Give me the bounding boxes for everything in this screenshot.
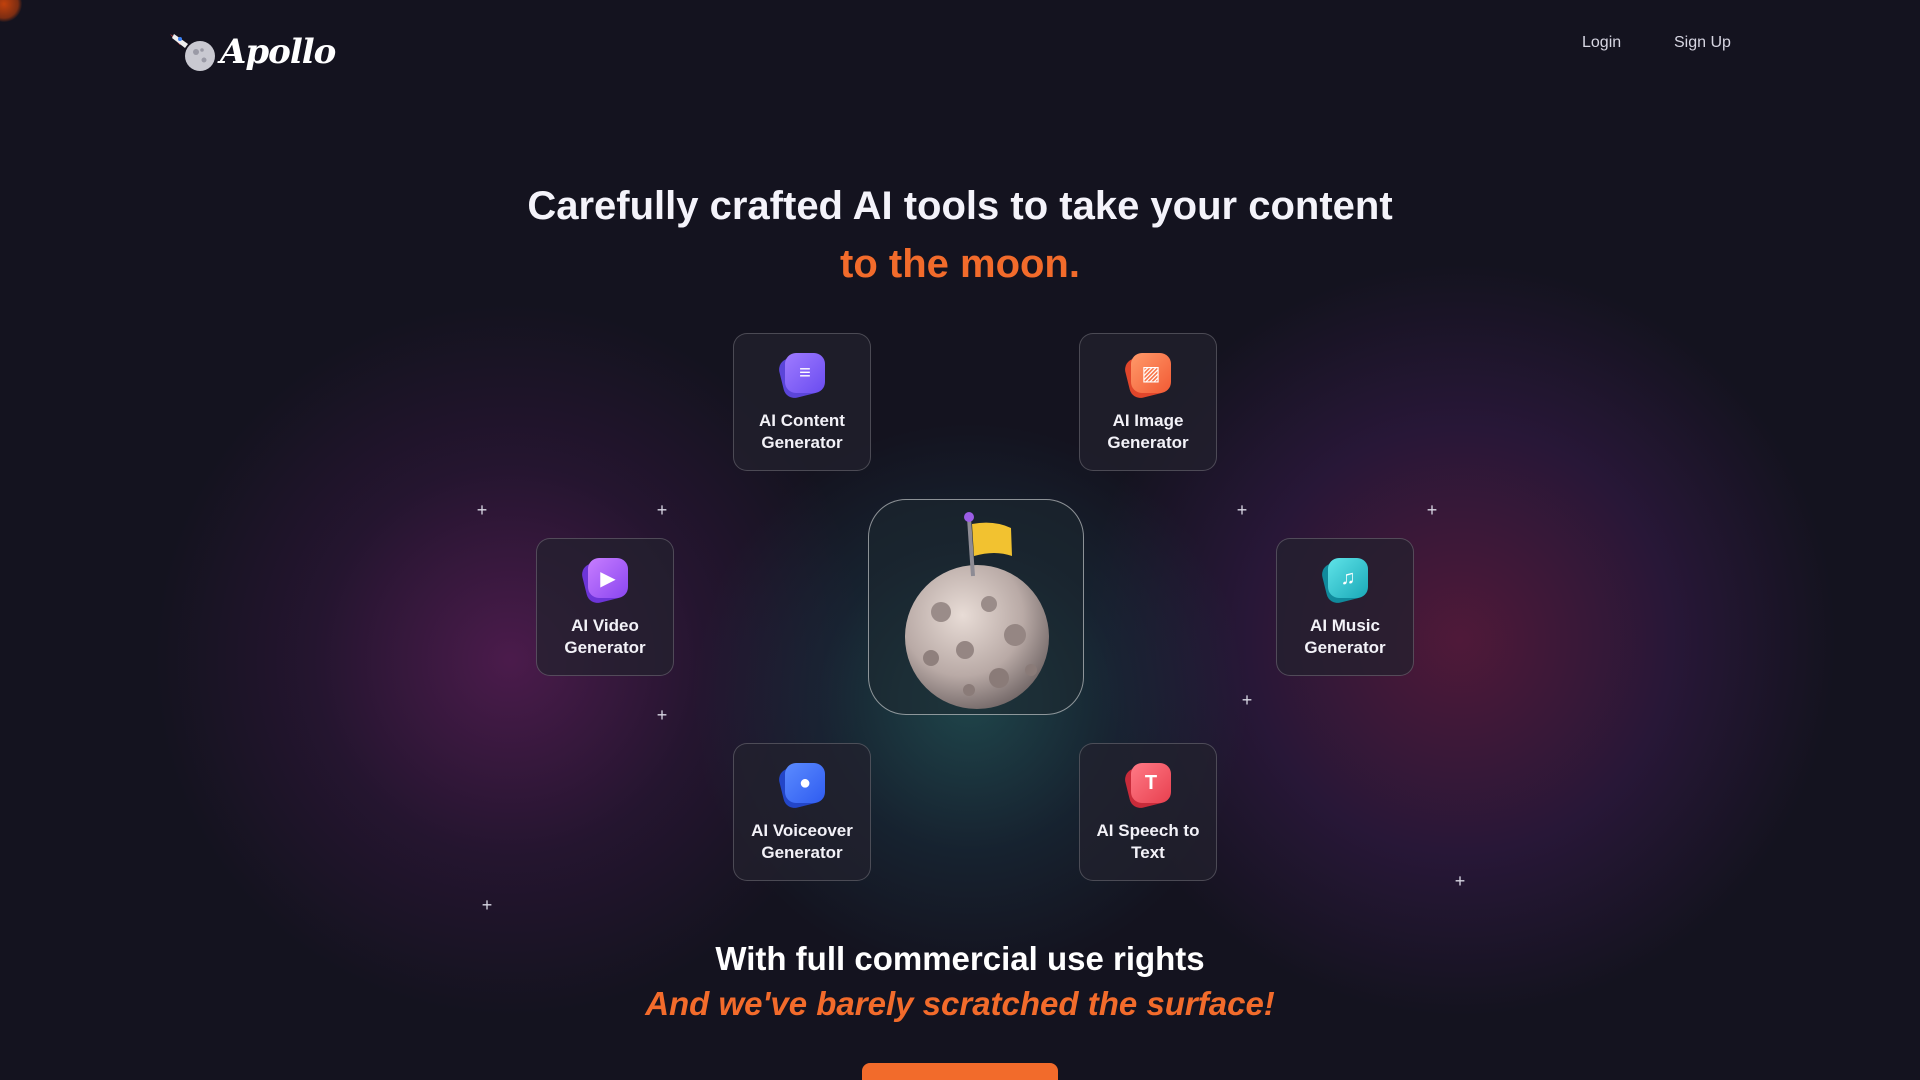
moon-illustration (868, 499, 1084, 715)
nav-login: Login (1582, 34, 1621, 52)
cta-button[interactable] (862, 1063, 1058, 1080)
tool-label: AI Content Generator (759, 411, 845, 452)
sparkle-icon: + (1426, 500, 1438, 520)
image-icon: ▨ (1122, 351, 1172, 401)
sparkle-icon: + (1454, 871, 1466, 891)
tool-card-image[interactable]: ▨ AI Image Generator (1079, 333, 1217, 471)
signup-link[interactable]: Sign Up (1674, 34, 1731, 52)
corner-dot (0, 0, 22, 22)
sparkle-icon: + (1241, 690, 1253, 710)
landing-page: Apollo Login Sign Up Carefully crafted A… (0, 0, 1920, 1080)
sparkle-icon: + (656, 705, 668, 725)
moon-flag-icon (905, 512, 1049, 709)
tool-card-music[interactable]: ♫ AI Music Generator (1276, 538, 1414, 676)
tool-label: AI Speech to Text (1096, 821, 1200, 862)
tool-label: AI Video Generator (564, 616, 646, 657)
sparkle-icon: + (476, 500, 488, 520)
nav-signup: Sign Up (1674, 34, 1731, 52)
content-icon: ≡ (776, 351, 826, 401)
tool-card-content[interactable]: ≡ AI Content Generator (733, 333, 871, 471)
tool-label: AI Voiceover Generator (751, 821, 853, 862)
brand-name: Apollo (220, 32, 336, 72)
music-icon: ♫ (1319, 556, 1369, 606)
tool-card-speech-to-text[interactable]: T AI Speech to Text (1079, 743, 1217, 881)
login-link[interactable]: Login (1582, 34, 1621, 52)
sparkle-icon: + (481, 895, 493, 915)
tagline-text: And we've barely scratched the surface! (645, 985, 1275, 1022)
voiceover-icon: ● (776, 761, 826, 811)
video-icon: ▶ (579, 556, 629, 606)
speech-to-text-icon: T (1122, 761, 1172, 811)
tool-label: AI Image Generator (1107, 411, 1189, 452)
sparkle-icon: + (656, 500, 668, 520)
rocket-moon-icon (166, 28, 218, 76)
tool-label: AI Music Generator (1304, 616, 1386, 657)
brand-logo[interactable]: Apollo (166, 28, 336, 76)
tool-card-voiceover[interactable]: ● AI Voiceover Generator (733, 743, 871, 881)
sparkle-icon: + (1236, 500, 1248, 520)
hero-headline: Carefully crafted AI tools to take your … (527, 184, 1393, 228)
hero-headline-accent: to the moon. (840, 242, 1080, 286)
commercial-rights-text: With full commercial use rights (715, 940, 1205, 977)
tool-card-video[interactable]: ▶ AI Video Generator (536, 538, 674, 676)
